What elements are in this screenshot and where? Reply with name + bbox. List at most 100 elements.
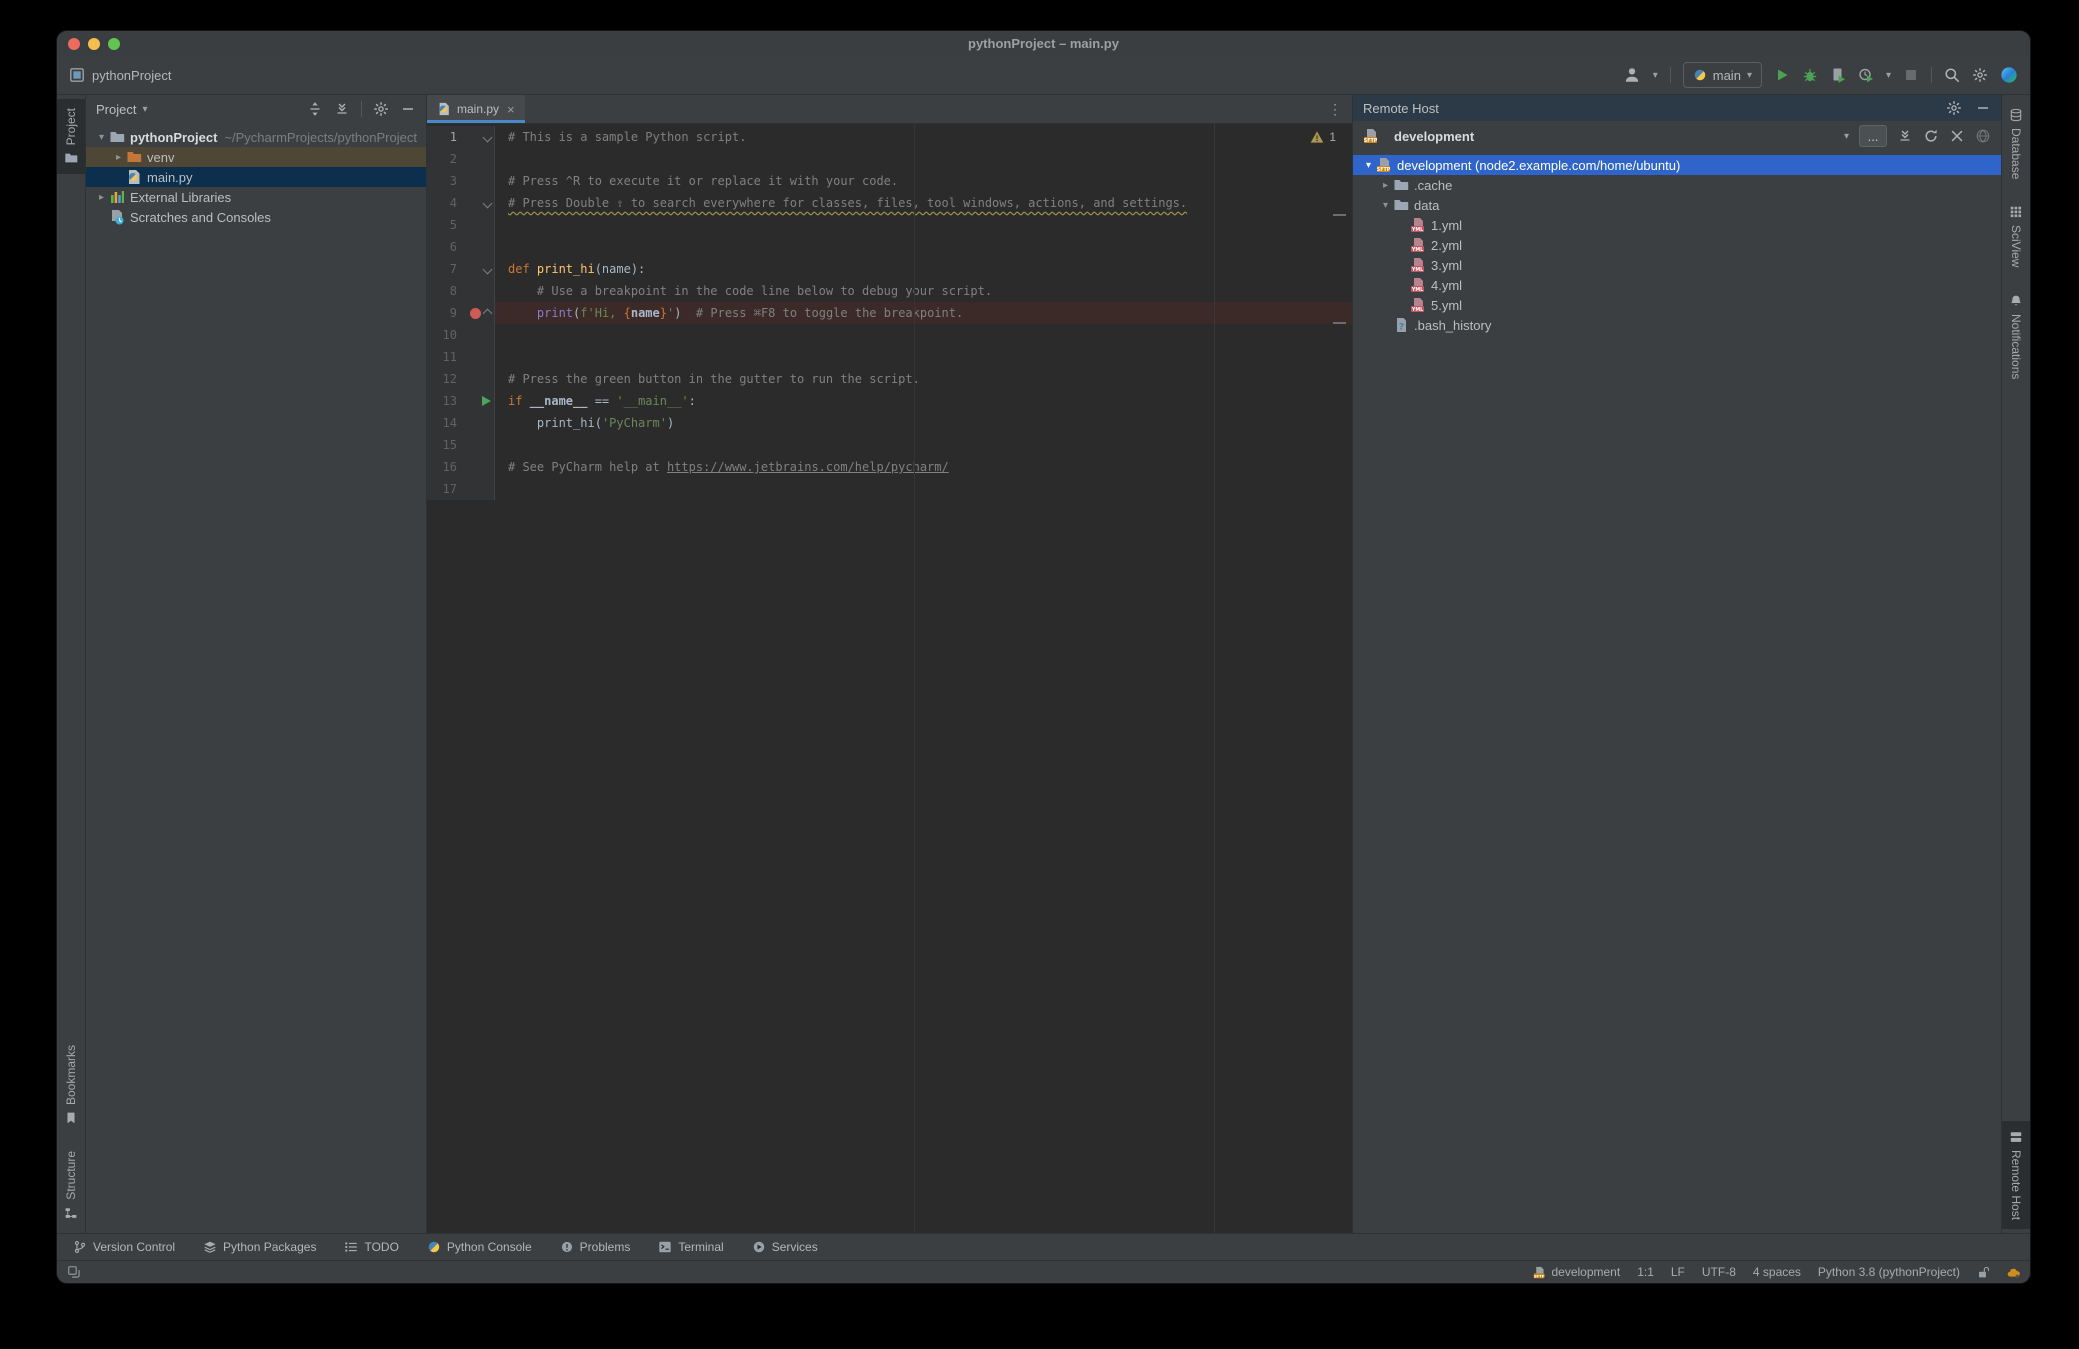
remote-host-gear-icon[interactable] [1946, 100, 1962, 116]
tree-row-data[interactable]: ▾ data [1353, 195, 2001, 215]
stripe-tab-database[interactable]: Database [2002, 99, 2030, 188]
tab-close-icon[interactable]: × [507, 102, 515, 117]
tool-window-button-terminal[interactable]: Terminal [658, 1240, 724, 1254]
stripe-tab-remote-host[interactable]: Remote Host [2002, 1120, 2030, 1229]
status-item-development[interactable]: SFTP development [1533, 1265, 1620, 1279]
tree-row-scratches-and-consoles[interactable]: Scratches and Consoles [86, 207, 426, 227]
status-item-utf-8[interactable]: UTF-8 [1702, 1265, 1736, 1279]
stop-button[interactable] [1903, 67, 1919, 83]
server-selector[interactable]: development [1394, 129, 1474, 144]
tool-window-button-todo[interactable]: TODO [344, 1240, 399, 1254]
desktop: pythonProject – main.py pythonProject ▾ … [0, 0, 2079, 1349]
minimize-window-button[interactable] [88, 37, 100, 50]
more-tabs-icon[interactable]: ⋮ [1318, 101, 1352, 118]
fold-icon[interactable] [482, 198, 493, 208]
tree-row--cache[interactable]: ▸ .cache [1353, 175, 2001, 195]
code-with-me-icon[interactable] [2000, 66, 2018, 84]
scratches-icon [109, 209, 125, 225]
stripe-tab-sciview[interactable]: SciView [2002, 196, 2030, 276]
status-item-1-1[interactable]: 1:1 [1637, 1265, 1654, 1279]
tool-window-button-services[interactable]: Services [752, 1240, 818, 1254]
unlock-icon [1977, 1266, 1990, 1279]
status-item[interactable] [1977, 1266, 1990, 1279]
line-number: 1 [427, 126, 461, 148]
browse-button[interactable]: ... [1859, 125, 1887, 147]
run-with-coverage-button[interactable] [1830, 67, 1846, 83]
run-configuration-selector[interactable]: main ▾ [1682, 62, 1762, 88]
code-editor[interactable]: 1 # This is a sample Python script. 2 3 # Pr… [427, 124, 1352, 1233]
project-panel-actions [307, 101, 416, 117]
project-options-gear-icon[interactable] [373, 101, 389, 117]
run-line-icon[interactable] [482, 396, 491, 406]
tab-main-py[interactable]: main.py × [427, 95, 525, 123]
remote-collapse-all-icon[interactable] [1897, 128, 1913, 144]
right-margin-line [1214, 124, 1215, 1233]
close-window-button[interactable] [68, 37, 80, 50]
project-title-chevron-down-icon[interactable]: ▾ [142, 104, 147, 115]
user-icon[interactable] [1623, 66, 1641, 84]
tree-chevron-icon[interactable]: ▾ [1378, 200, 1393, 211]
tree-row-pythonproject[interactable]: ▾ pythonProject ~/PycharmProjects/pythonPr… [86, 127, 426, 147]
tree-row-3-yml[interactable]: YML 3.yml [1353, 255, 2001, 275]
tree-row-venv[interactable]: ▸ venv [86, 147, 426, 167]
tree-chevron-icon[interactable]: ▾ [94, 132, 109, 143]
status-item-4-spaces[interactable]: 4 spaces [1753, 1265, 1801, 1279]
hide-remote-host-icon[interactable] [1975, 100, 1991, 116]
tree-row-development-node2-example-com-home-ubuntu-[interactable]: ▾ SFTP development (node2.example.com/home… [1353, 155, 2001, 175]
folder-excluded-icon [126, 149, 142, 165]
line-number: 10 [427, 324, 461, 346]
search-everywhere-button[interactable] [1944, 67, 1960, 83]
expand-all-icon[interactable] [307, 101, 323, 117]
zoom-window-button[interactable] [108, 37, 120, 50]
tree-row-2-yml[interactable]: YML 2.yml [1353, 235, 2001, 255]
tree-chevron-icon[interactable]: ▸ [111, 152, 126, 163]
tool-window-button-python-console[interactable]: Python Console [427, 1240, 532, 1254]
profiler-button[interactable] [1858, 67, 1874, 83]
tree-label: Scratches and Consoles [130, 209, 271, 225]
editor-tab-bar: main.py × ⋮ [427, 95, 1352, 124]
stripe-tab-label: Project [64, 108, 78, 146]
breakpoint-icon[interactable] [470, 307, 481, 319]
inspection-widget[interactable]: 1 [1310, 130, 1336, 144]
status-item-python-3-8-pythonproject-[interactable]: Python 3.8 (pythonProject) [1818, 1265, 1960, 1279]
stripe-tab-bookmarks[interactable]: Bookmarks [57, 1036, 85, 1134]
breadcrumb[interactable]: pythonProject [69, 67, 172, 83]
run-button[interactable] [1774, 67, 1790, 83]
tree-row-main-py[interactable]: main.py [86, 167, 426, 187]
tree-row-1-yml[interactable]: YML 1.yml [1353, 215, 2001, 235]
user-chevron-down-icon[interactable]: ▾ [1653, 70, 1658, 81]
scrollbar-warning-mark[interactable] [1333, 214, 1346, 216]
layout-icon[interactable] [67, 1265, 81, 1279]
refresh-icon[interactable] [1923, 128, 1939, 144]
stripe-tab-notifications[interactable]: Notifications [2002, 285, 2030, 388]
tool-window-button-problems[interactable]: Problems [560, 1240, 630, 1254]
tree-row-external-libraries[interactable]: ▸ External Libraries [86, 187, 426, 207]
hide-project-panel-icon[interactable] [400, 101, 416, 117]
tree-row-4-yml[interactable]: YML 4.yml [1353, 275, 2001, 295]
tool-window-button-version-control[interactable]: Version Control [73, 1240, 175, 1254]
tool-window-button-python-packages[interactable]: Python Packages [203, 1240, 316, 1254]
fold-icon[interactable] [482, 308, 493, 318]
tree-row--bash-history[interactable]: ? .bash_history [1353, 315, 2001, 335]
debug-button[interactable] [1802, 67, 1818, 83]
tree-chevron-icon[interactable]: ▸ [94, 192, 109, 203]
disconnect-icon[interactable] [1949, 128, 1965, 144]
tree-row-5-yml[interactable]: YML 5.yml [1353, 295, 2001, 315]
tree-chevron-icon[interactable]: ▸ [1378, 180, 1393, 191]
stripe-tab-project[interactable]: Project [57, 99, 85, 175]
status-item-lf[interactable]: LF [1671, 1265, 1685, 1279]
server-chevron-down-icon[interactable]: ▾ [1844, 131, 1849, 142]
gutter-cell [461, 434, 495, 456]
stripe-tab-structure[interactable]: Structure [57, 1142, 85, 1229]
project-panel-title[interactable]: Project [96, 102, 136, 117]
settings-button[interactable] [1972, 67, 1988, 83]
tree-chevron-icon[interactable]: ▾ [1361, 160, 1376, 171]
fold-icon[interactable] [482, 264, 493, 274]
status-item[interactable] [2007, 1266, 2020, 1279]
collapse-all-icon[interactable] [334, 101, 350, 117]
profiler-chevron-down-icon[interactable]: ▾ [1886, 70, 1891, 81]
stripe-tab-label: Bookmarks [64, 1045, 78, 1106]
scrollbar-warning-mark[interactable] [1333, 322, 1346, 324]
remote-host-header: Remote Host [1353, 95, 2001, 121]
fold-icon[interactable] [482, 132, 493, 142]
